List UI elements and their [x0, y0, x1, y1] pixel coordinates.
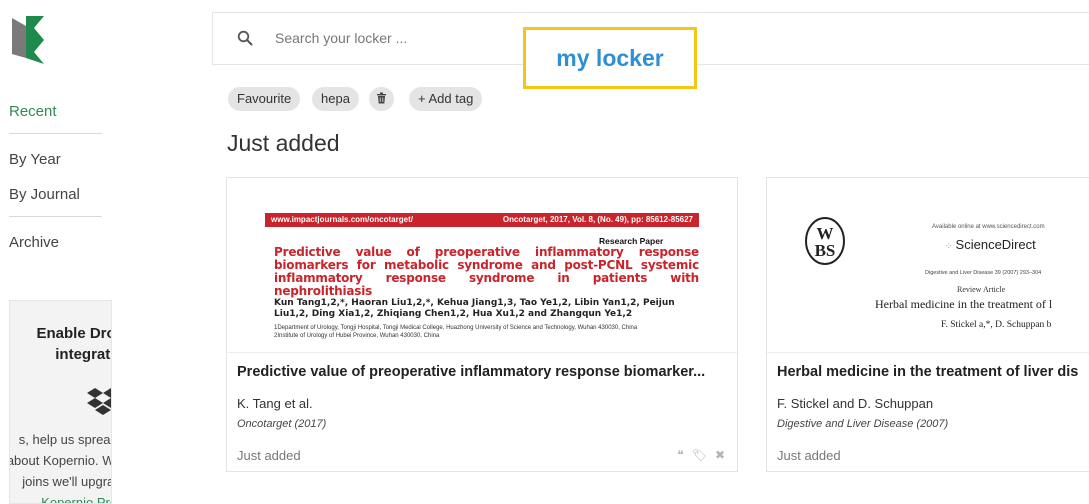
- search-icon[interactable]: [237, 30, 253, 46]
- nav-recent[interactable]: Recent: [9, 103, 57, 120]
- publisher-name: ⁘ ScienceDirect: [945, 237, 1036, 252]
- wbs-logo: W BS: [805, 217, 845, 265]
- dropbox-icon[interactable]: [86, 386, 112, 418]
- paper-thumb-title: Herbal medicine in the treatment of l: [875, 297, 1053, 311]
- paper-meta: Digestive and Liver Disease 39 (2007) 29…: [925, 270, 1042, 276]
- quote-icon[interactable]: ❝: [677, 448, 683, 462]
- svg-text:BS: BS: [815, 241, 836, 260]
- card-authors: K. Tang et al.: [237, 396, 313, 411]
- card-title[interactable]: Predictive value of preoperative inflamm…: [237, 364, 705, 380]
- tag-hepa[interactable]: hepa: [312, 87, 359, 111]
- card-authors: F. Stickel and D. Schuppan: [777, 396, 934, 411]
- affiliation-line: 1Department of Urology, Tongji Hospital,…: [274, 325, 638, 331]
- card-status: Just added: [237, 448, 301, 463]
- paper-thumbnail[interactable]: www.impactjournals.com/oncotarget/ Oncot…: [227, 178, 737, 353]
- dropbox-text-body: s, help us spread the word about Koperni…: [9, 432, 111, 489]
- paper-thumb-affiliation: 1Department of Urology, Tongji Hospital,…: [274, 325, 704, 340]
- sidebar: Recent By Year By Journal Archive Enable…: [0, 0, 112, 504]
- section-title: Just added: [227, 130, 340, 156]
- paper-type: Review Article: [957, 285, 1006, 294]
- publisher-text: ScienceDirect: [955, 237, 1036, 252]
- paper-card[interactable]: W BS Available online at www.sciencedire…: [766, 177, 1089, 472]
- card-title[interactable]: Herbal medicine in the treatment of live…: [777, 364, 1078, 380]
- tag-icon[interactable]: 🏷︎: [692, 448, 707, 462]
- paper-availability: Available online at www.sciencedirect.co…: [932, 224, 1045, 230]
- trash-tag-button[interactable]: [369, 87, 394, 111]
- nav-divider: [9, 133, 102, 134]
- paper-header-url: www.impactjournals.com/oncotarget/: [271, 215, 413, 224]
- dropbox-panel: Enable Dropbox integration s, help us sp…: [9, 300, 112, 504]
- card-status: Just added: [777, 448, 841, 463]
- paper-thumb-authors: F. Stickel a,*, D. Schuppan b: [941, 320, 1052, 330]
- dropbox-text: s, help us spread the word about Koperni…: [9, 429, 111, 503]
- card-journal: Oncotarget (2017): [237, 418, 327, 430]
- kopernio-premium-link[interactable]: Kopernio Premium: [41, 495, 111, 503]
- nav-archive[interactable]: Archive: [9, 234, 59, 251]
- dropbox-title: Enable Dropbox integration: [36, 325, 111, 363]
- my-locker-label: my locker: [523, 27, 697, 89]
- trash-icon: [377, 92, 386, 104]
- nav-by-year[interactable]: By Year: [9, 151, 61, 168]
- affiliation-line: 2Institute of Urology of Hubei Province,…: [274, 332, 440, 339]
- search-input[interactable]: [275, 26, 505, 50]
- card-actions: ❝ 🏷︎ ✖: [669, 448, 725, 462]
- paper-thumbnail[interactable]: W BS Available online at www.sciencedire…: [767, 178, 1089, 353]
- paper-header-bar: www.impactjournals.com/oncotarget/ Oncot…: [265, 213, 699, 227]
- add-tag-button[interactable]: + Add tag: [409, 87, 483, 111]
- paper-card[interactable]: www.impactjournals.com/oncotarget/ Oncot…: [226, 177, 738, 472]
- paper-thumb-title: Predictive value of preoperative inflamm…: [274, 245, 699, 298]
- card-journal: Digestive and Liver Disease (2007): [777, 418, 949, 430]
- tag-favourite[interactable]: Favourite: [228, 87, 301, 111]
- nav-by-journal[interactable]: By Journal: [9, 186, 80, 203]
- kopernio-logo[interactable]: [10, 14, 50, 66]
- nav-divider: [9, 216, 102, 217]
- sciencedirect-icon: ⁘: [945, 241, 953, 251]
- paper-header-citation: Oncotarget, 2017, Vol. 8, (No. 49), pp: …: [502, 215, 693, 224]
- close-icon[interactable]: ✖: [715, 448, 725, 462]
- paper-thumb-authors: Kun Tang1,2,*, Haoran Liu1,2,*, Kehua Ji…: [274, 298, 675, 319]
